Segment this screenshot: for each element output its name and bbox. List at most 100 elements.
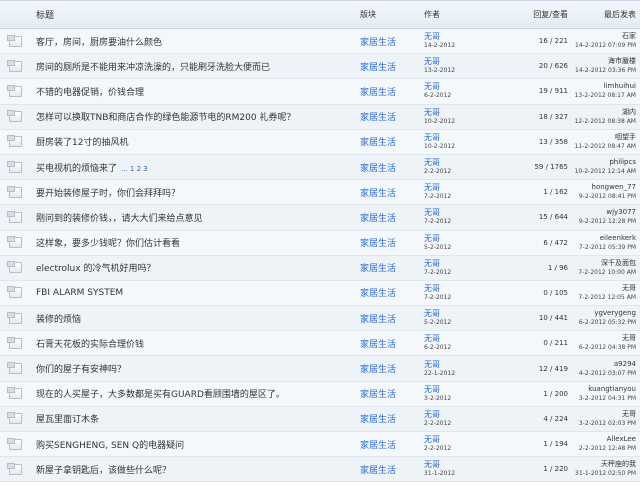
topic-board[interactable]: 家居生活 xyxy=(360,85,424,98)
last-post-user[interactable]: 深千及面包 xyxy=(572,259,636,268)
last-post-time[interactable]: 10-2-2012 12:14 AM xyxy=(572,167,636,176)
last-post-user[interactable]: hongwen_77 xyxy=(572,183,636,192)
topic-board[interactable]: 家居生活 xyxy=(360,412,424,425)
topic-author[interactable]: 无哥 xyxy=(424,360,486,369)
last-post-time[interactable]: 6-2-2012 04:38 PM xyxy=(572,343,636,352)
last-post-time[interactable]: 4-2-2012 03:07 PM xyxy=(572,369,636,378)
topic-title-link[interactable]: 怎样可以换取TNB和商店合作的绿色能源节电的RM200 礼券呢？ xyxy=(36,113,295,123)
topic-author-cell: 无哥 31-1-2012 xyxy=(424,460,486,478)
topic-board[interactable]: 家居生活 xyxy=(360,362,424,375)
last-post-time[interactable]: 9-2-2012 08:41 PM xyxy=(572,192,636,201)
last-post-user[interactable]: AllexLee xyxy=(572,435,636,444)
topic-board[interactable]: 家居生活 xyxy=(360,35,424,48)
topic-title-link[interactable]: 现在的人买屋子，大多数都是买有GUARD看顾围墙的屋区了。 xyxy=(36,390,285,400)
last-post-user[interactable]: kuangtianyou xyxy=(572,385,636,394)
topic-title-link[interactable]: 刚问到的装修价钱，，请大大们来给点意见 xyxy=(36,214,203,224)
last-post-time[interactable]: 11-2-2012 08:47 AM xyxy=(572,142,636,151)
topic-author[interactable]: 无哥 xyxy=(424,234,486,243)
last-post-user[interactable]: a9294 xyxy=(572,360,636,369)
topic-title-link[interactable]: 不错的电器促销，价钱合理 xyxy=(36,88,144,98)
topic-icon-cell xyxy=(0,286,30,299)
topic-title-link[interactable]: 新屋子拿钥匙后，该做些什么呢？ xyxy=(36,466,171,476)
last-post-time[interactable]: 14-2-2012 07:09 PM xyxy=(572,41,636,50)
topic-author[interactable]: 无哥 xyxy=(424,57,486,66)
topic-title-cell: 石膏天花板的实际合理价钱 xyxy=(30,337,360,350)
topic-title-link[interactable]: 屋瓦里面订木条 xyxy=(36,415,99,425)
topic-title-link[interactable]: electrolux 的冷气机好用吗？ xyxy=(36,264,155,274)
last-post-user[interactable]: 湖内 xyxy=(572,108,636,117)
topic-board[interactable]: 家居生活 xyxy=(360,337,424,350)
topic-title-link[interactable]: 装修的烦恼 xyxy=(36,315,81,325)
last-post-user[interactable]: eileenkerk xyxy=(572,234,636,243)
topic-author[interactable]: 无哥 xyxy=(424,460,486,469)
topic-board[interactable]: 家居生活 xyxy=(360,135,424,148)
topic-board[interactable]: 家居生活 xyxy=(360,211,424,224)
topic-author-cell: 无哥 22-1-2012 xyxy=(424,360,486,378)
topic-board[interactable]: 家居生活 xyxy=(360,186,424,199)
topic-author[interactable]: 无哥 xyxy=(424,309,486,318)
topic-board[interactable]: 家居生活 xyxy=(360,463,424,476)
last-post-user[interactable]: 无哥 xyxy=(572,410,636,419)
last-post-user[interactable]: 石家 xyxy=(572,32,636,41)
topic-author[interactable]: 无哥 xyxy=(424,334,486,343)
last-post-time[interactable]: 13-2-2012 08:17 AM xyxy=(572,91,636,100)
topic-author[interactable]: 无哥 xyxy=(424,133,486,142)
topic-title-link[interactable]: 客厅，房间，厨房要油什么颜色 xyxy=(36,38,162,48)
topic-board[interactable]: 家居生活 xyxy=(360,161,424,174)
topic-author[interactable]: 无哥 xyxy=(424,410,486,419)
topic-author[interactable]: 无哥 xyxy=(424,208,486,217)
last-post-time[interactable]: 3-2-2012 04:31 PM xyxy=(572,394,636,403)
last-post-cell: 无哥 3-2-2012 02:03 PM xyxy=(572,410,640,428)
topic-board[interactable]: 家居生活 xyxy=(360,387,424,400)
topic-author[interactable]: 无哥 xyxy=(424,435,486,444)
topic-title-link[interactable]: 购买SENGHENG, SEN Q的电器疑问 xyxy=(36,441,184,451)
last-post-time[interactable]: 12-2-2012 08:38 AM xyxy=(572,117,636,126)
topic-author[interactable]: 无哥 xyxy=(424,82,486,91)
topic-title-link[interactable]: 房间的厕所是不能用来冲凉洗澡的，只能刷牙洗脸大便而已 xyxy=(36,63,270,73)
topic-board[interactable]: 家居生活 xyxy=(360,312,424,325)
topic-title-link[interactable]: 要开始装修屋子时，你们会拜拜吗？ xyxy=(36,189,180,199)
topic-pages[interactable]: ... 1 2 3 xyxy=(121,165,148,173)
topic-board[interactable]: 家居生活 xyxy=(360,261,424,274)
topic-author[interactable]: 无哥 xyxy=(424,32,486,41)
topic-author[interactable]: 无哥 xyxy=(424,108,486,117)
last-post-time[interactable]: 6-2-2012 05:32 PM xyxy=(572,318,636,327)
topic-board[interactable]: 家居生活 xyxy=(360,438,424,451)
topic-title-link[interactable]: FBI ALARM SYSTEM xyxy=(36,288,123,298)
last-post-user[interactable]: 无哥 xyxy=(572,334,636,343)
last-post-user[interactable]: 无哥 xyxy=(572,284,636,293)
topic-board[interactable]: 家居生活 xyxy=(360,110,424,123)
last-post-user[interactable]: philipcs xyxy=(572,158,636,167)
last-post-user[interactable]: ygverygeng xyxy=(572,309,636,318)
last-post-time[interactable]: 7-2-2012 05:39 PM xyxy=(572,243,636,252)
topic-board[interactable]: 家居生活 xyxy=(360,286,424,299)
topic-board[interactable]: 家居生活 xyxy=(360,236,424,249)
topic-title-link[interactable]: 买电视机的烦恼来了 xyxy=(36,164,117,174)
topic-title-link[interactable]: 你们的屋子有安神吗？ xyxy=(36,365,126,375)
topic-title-link[interactable]: 厨房装了12寸的抽风机 xyxy=(36,138,128,148)
topic-author[interactable]: 无哥 xyxy=(424,385,486,394)
last-post-user[interactable]: wjy3077 xyxy=(572,208,636,217)
last-post-time[interactable]: 31-1-2012 02:50 PM xyxy=(572,469,636,478)
topic-author[interactable]: 无哥 xyxy=(424,284,486,293)
last-post-time[interactable]: 2-2-2012 12:48 PM xyxy=(572,444,636,453)
topic-title-link[interactable]: 这样象，要多少钱呢？你们估计看看 xyxy=(36,239,180,249)
topic-date: 31-1-2012 xyxy=(424,470,456,478)
last-post-user[interactable]: limhuihui xyxy=(572,82,636,91)
topic-stats: 1 / 200 xyxy=(543,389,568,398)
last-post-time[interactable]: 14-2-2012 03:36 PM xyxy=(572,66,636,75)
topic-date: 7-2-2012 xyxy=(424,218,452,226)
topic-author[interactable]: 无哥 xyxy=(424,259,486,268)
last-post-time[interactable]: 7-2-2012 12:05 AM xyxy=(572,293,636,302)
topic-author[interactable]: 无哥 xyxy=(424,183,486,192)
topic-author[interactable]: 无哥 xyxy=(424,158,486,167)
topic-board[interactable]: 家居生活 xyxy=(360,60,424,73)
last-post-user[interactable]: 海市蜃楼 xyxy=(572,57,636,66)
last-post-time[interactable]: 7-2-2012 10:00 AM xyxy=(572,268,636,277)
table-row: 屋瓦里面订木条 家居生活 无哥 2-2-2012 4 / 224 无哥 3-2-2012 0… xyxy=(0,406,640,432)
last-post-user[interactable]: 天秤座的我 xyxy=(572,460,636,469)
last-post-user[interactable]: 咽望手 xyxy=(572,133,636,142)
last-post-time[interactable]: 9-2-2012 12:28 PM xyxy=(572,217,636,226)
last-post-time[interactable]: 3-2-2012 02:03 PM xyxy=(572,419,636,428)
topic-title-link[interactable]: 石膏天花板的实际合理价钱 xyxy=(36,340,144,350)
